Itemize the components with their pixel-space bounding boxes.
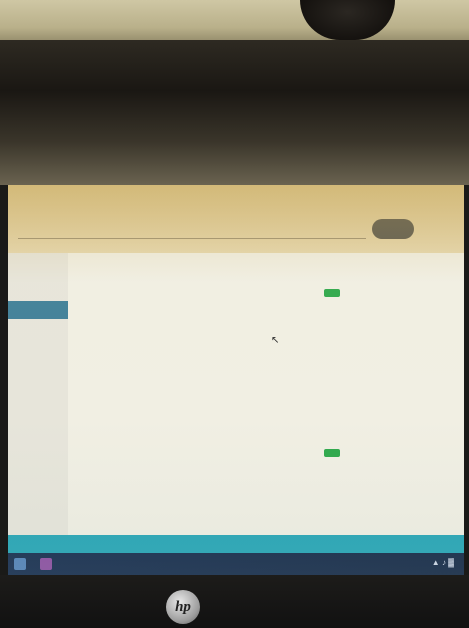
windows-taskbar — [8, 553, 464, 575]
taskbar-app-icon[interactable] — [40, 558, 52, 570]
main-content — [72, 260, 458, 550]
app-header — [8, 185, 464, 253]
sidebar-active-item[interactable] — [8, 301, 68, 319]
monitor-screen: ↖ ▲ ♪ ▓ — [8, 185, 464, 575]
status-badge — [324, 289, 340, 297]
monitor-bottom-bezel — [0, 575, 469, 628]
teal-status-strip — [8, 535, 464, 553]
monitor-top-bezel — [0, 40, 469, 185]
search-button[interactable] — [372, 219, 414, 239]
system-tray[interactable]: ▲ ♪ ▓ — [432, 558, 454, 567]
status-badge — [324, 449, 340, 457]
sidebar — [8, 253, 68, 553]
mouse-cursor-icon: ↖ — [271, 335, 280, 346]
start-icon[interactable] — [14, 558, 26, 570]
photo-scene: ↖ ▲ ♪ ▓ hp — [0, 0, 469, 628]
hp-logo-icon: hp — [166, 590, 200, 624]
search-input[interactable] — [18, 220, 366, 239]
